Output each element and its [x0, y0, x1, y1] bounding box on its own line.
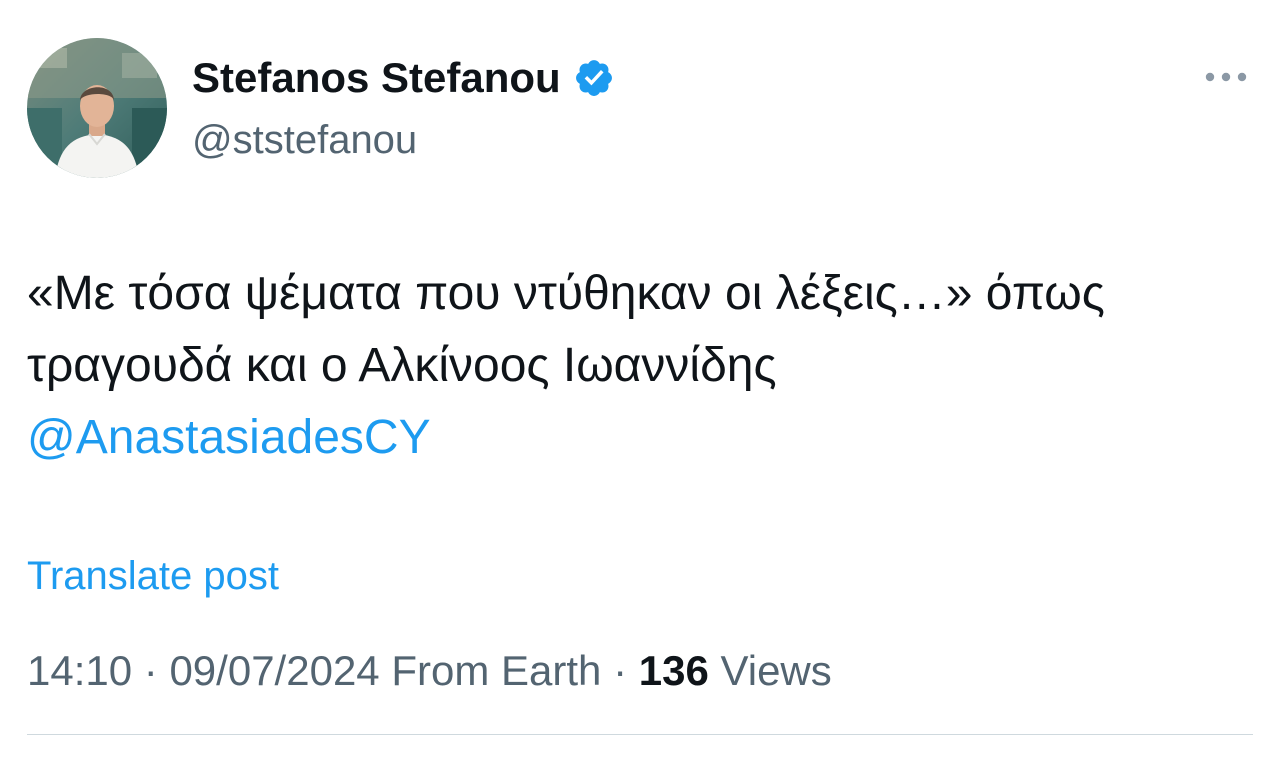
post-meta: 14:10 · 09/07/2024 From Earth · 136 View… [27, 645, 832, 697]
post-date[interactable]: 09/07/2024 [169, 647, 379, 694]
translate-post-link[interactable]: Translate post [27, 552, 279, 600]
views-label[interactable]: Views [720, 647, 831, 694]
views-count[interactable]: 136 [639, 647, 709, 694]
post-card: Stefanos Stefanou @ststefanou «Με τόσα ψ… [0, 0, 1280, 763]
meta-separator: · [613, 647, 628, 694]
post-time[interactable]: 14:10 [27, 647, 132, 694]
author-name-row[interactable]: Stefanos Stefanou [192, 54, 615, 102]
author-name[interactable]: Stefanos Stefanou [192, 54, 561, 102]
meta-separator: · [143, 647, 158, 694]
author-handle[interactable]: @ststefanou [192, 116, 417, 164]
post-text-line-1: «Με τόσα ψέματα που ντύθηκαν οι λέξεις…»… [27, 267, 1105, 320]
avatar-image [27, 38, 167, 178]
avatar[interactable] [27, 38, 167, 178]
post-text-line-2: τραγουδά και ο Αλκίνοος Ιωαννίδης [27, 339, 777, 392]
more-horizontal-icon[interactable] [1200, 60, 1252, 94]
divider [27, 734, 1253, 735]
post-text: «Με τόσα ψέματα που ντύθηκαν οι λέξεις…»… [27, 258, 1253, 474]
verified-badge-icon[interactable] [573, 57, 615, 99]
mention-link[interactable]: @AnastasiadesCY [27, 402, 1253, 474]
post-source: From Earth [391, 647, 602, 694]
